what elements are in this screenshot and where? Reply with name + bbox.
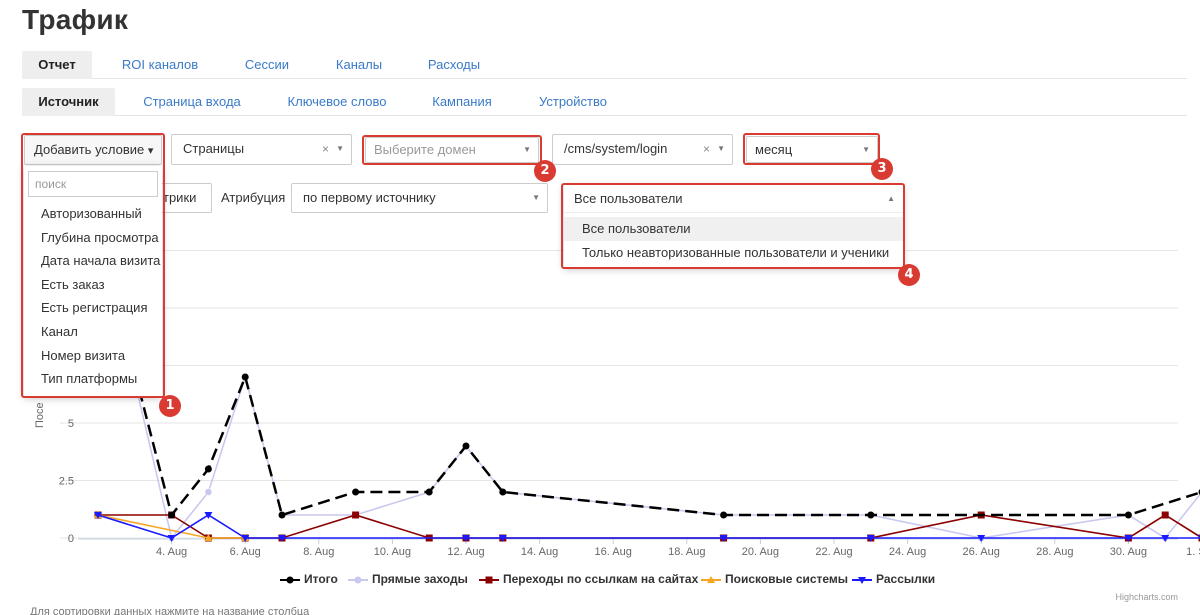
tab-source[interactable]: Источник bbox=[22, 88, 115, 116]
data-point bbox=[204, 488, 213, 496]
page-title: Трафик bbox=[22, 4, 129, 35]
legend-item-total[interactable]: Итого bbox=[280, 572, 338, 586]
x-tick-label: 22. Aug bbox=[815, 546, 852, 558]
legend-item-direct[interactable]: Прямые заходы bbox=[348, 572, 468, 586]
highlight-domain bbox=[362, 135, 542, 165]
data-point bbox=[241, 373, 249, 381]
series-line-1 bbox=[134, 374, 1200, 540]
annotation-badge: 2 bbox=[534, 160, 556, 182]
attribution-label: Атрибуция bbox=[221, 190, 286, 205]
data-point bbox=[425, 488, 433, 496]
legend-marker-direct bbox=[348, 576, 368, 584]
data-point bbox=[1161, 511, 1169, 519]
chevron-down-icon[interactable]: ▼ bbox=[717, 135, 725, 163]
x-tick-label: 24. Aug bbox=[889, 546, 926, 558]
legend-label: Поисковые системы bbox=[725, 572, 849, 586]
data-point bbox=[867, 511, 875, 519]
legend-item-mailing[interactable]: Рассылки bbox=[852, 572, 935, 586]
data-point bbox=[168, 511, 176, 519]
chevron-down-icon[interactable]: ▼ bbox=[336, 135, 344, 163]
highlight-users bbox=[561, 183, 905, 269]
legend-item-search[interactable]: Поисковые системы bbox=[701, 572, 848, 586]
sort-hint: Для сортировки данных нажмите на названи… bbox=[30, 606, 310, 615]
annotation-badge: 4 bbox=[898, 264, 920, 286]
x-tick-label: 6. Aug bbox=[230, 546, 261, 558]
y-tick-label: 0 bbox=[68, 533, 74, 545]
series-line-0 bbox=[133, 372, 1200, 518]
annotation-badge: 1 bbox=[159, 395, 181, 417]
series-line-4 bbox=[97, 514, 1200, 539]
data-point bbox=[352, 488, 360, 496]
x-tick-label: 30. Aug bbox=[1110, 546, 1147, 558]
legend-label: Переходы по ссылкам на сайтах bbox=[503, 572, 699, 586]
legend-marker-mailing bbox=[852, 576, 872, 584]
clear-icon[interactable]: × bbox=[703, 135, 710, 163]
annotation-badge: 3 bbox=[871, 158, 893, 180]
chart-credits[interactable]: Highcharts.com bbox=[1115, 592, 1178, 602]
pages-select-value: Страницы bbox=[183, 141, 245, 156]
report-tabs: Отчет ROI каналов Сессии Каналы Расходы bbox=[22, 51, 1187, 79]
data-point bbox=[204, 512, 213, 519]
x-tick-label: 14. Aug bbox=[521, 546, 558, 558]
highlight-condition bbox=[21, 133, 165, 398]
x-tick-label: 20. Aug bbox=[742, 546, 779, 558]
x-tick-label: 8. Aug bbox=[303, 546, 334, 558]
legend-marker-referral bbox=[479, 576, 499, 584]
data-point bbox=[720, 511, 728, 519]
metrics-button-label: трики bbox=[163, 190, 197, 205]
series-line-2 bbox=[98, 514, 1200, 539]
data-point bbox=[278, 511, 286, 519]
tab-report[interactable]: Отчет bbox=[22, 51, 92, 79]
x-tick-label: 12. Aug bbox=[447, 546, 484, 558]
y-tick-label: 2.5 bbox=[59, 476, 74, 488]
attribution-select-value: по первому источнику bbox=[303, 190, 436, 205]
data-point bbox=[352, 511, 360, 519]
highlight-period bbox=[743, 133, 880, 165]
legend-marker-search bbox=[701, 575, 721, 583]
y-axis-title: Посе bbox=[34, 402, 46, 428]
legend-item-referral[interactable]: Переходы по ссылкам на сайтах bbox=[479, 572, 698, 586]
clear-icon[interactable]: × bbox=[322, 135, 329, 163]
tab-keyword[interactable]: Ключевое слово bbox=[282, 88, 392, 116]
data-point bbox=[499, 488, 507, 496]
x-tick-label: 1. Sep bbox=[1186, 546, 1200, 558]
tab-expenses[interactable]: Расходы bbox=[419, 51, 489, 79]
pages-select[interactable]: Страницы × ▼ bbox=[171, 134, 352, 165]
legend-label: Итого bbox=[304, 572, 338, 586]
traffic-chart: 0 2.5 5 Посе 4. Aug 6. Aug 8. Aug 10. Aug 12. Au… bbox=[34, 250, 1200, 558]
legend-label: Прямые заходы bbox=[372, 572, 468, 586]
url-select[interactable]: /cms/system/login × ▼ bbox=[552, 134, 733, 165]
x-tick-label: 4. Aug bbox=[156, 546, 187, 558]
tab-roi-channels[interactable]: ROI каналов bbox=[110, 51, 210, 79]
data-point bbox=[204, 465, 212, 473]
x-tick-label: 28. Aug bbox=[1036, 546, 1073, 558]
x-tick-label: 26. Aug bbox=[963, 546, 1000, 558]
data-point bbox=[1124, 511, 1132, 519]
x-tick-label: 18. Aug bbox=[668, 546, 705, 558]
x-tick-label: 16. Aug bbox=[595, 546, 632, 558]
chevron-down-icon[interactable]: ▼ bbox=[532, 184, 540, 212]
tab-device[interactable]: Устройство bbox=[532, 88, 614, 116]
tab-campaign[interactable]: Кампания bbox=[427, 88, 497, 116]
tab-landing-page[interactable]: Страница входа bbox=[140, 88, 244, 116]
data-point bbox=[462, 442, 470, 450]
tab-sessions[interactable]: Сессии bbox=[232, 51, 302, 79]
dimension-tabs: Источник Страница входа Ключевое слово К… bbox=[22, 88, 1187, 116]
attribution-select[interactable]: по первому источнику ▼ bbox=[291, 183, 548, 213]
y-tick-label: 5 bbox=[68, 418, 74, 430]
tab-channels[interactable]: Каналы bbox=[324, 51, 394, 79]
x-tick-label: 10. Aug bbox=[374, 546, 411, 558]
legend-label: Рассылки bbox=[876, 572, 936, 586]
url-select-value: /cms/system/login bbox=[564, 141, 668, 156]
legend-marker-total bbox=[280, 576, 300, 584]
